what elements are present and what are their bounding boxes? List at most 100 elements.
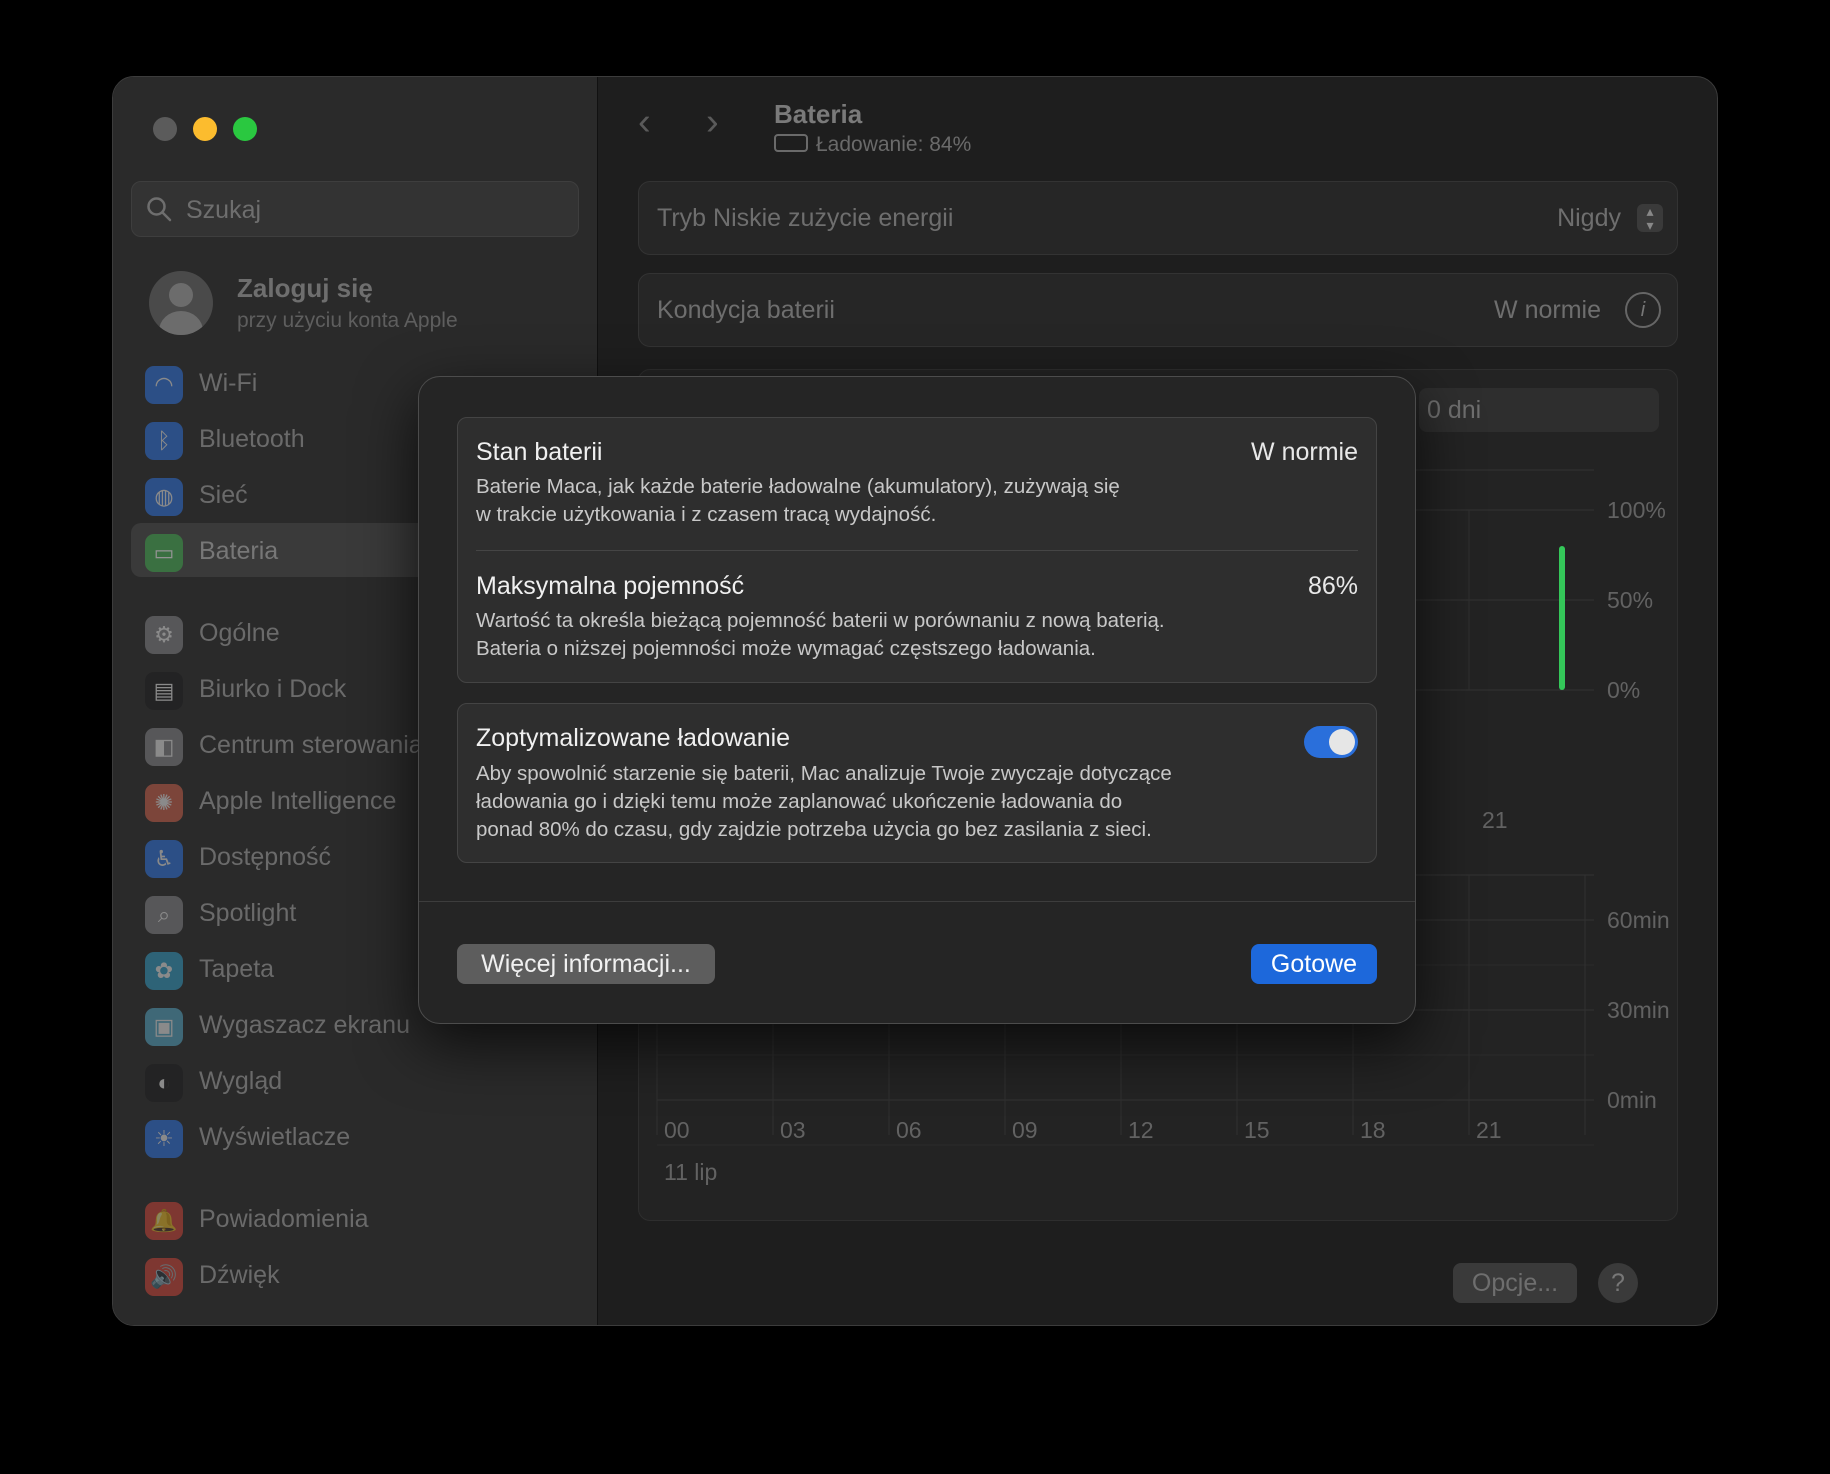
card-divider [476,550,1358,551]
optimized-desc-line1: Aby spowolnić starzenie się baterii, Mac… [476,762,1172,785]
info-icon[interactable]: i [1625,292,1661,328]
health-card: Stan baterii W normie Baterie Maca, jak … [457,417,1377,683]
usage-bar [1559,546,1565,690]
low-power-mode-label: Tryb Niskie zużycie energii [657,204,954,232]
sidebar-item-label: Bateria [199,537,279,565]
y-tick-label: 60min [1607,907,1670,933]
apple-intelligence-icon: ✺ [145,784,183,822]
sidebar-item-bell[interactable]: 🔔 Powiadomienia [131,1191,591,1245]
search-input[interactable]: Szukaj [131,181,579,237]
x-tick-label: 15 [1244,1117,1270,1143]
apple-account-signin[interactable]: Zaloguj się przy użyciu konta Apple [149,271,579,341]
battery-health-label: Kondycja baterii [657,296,835,324]
x-tick-label: 06 [896,1117,922,1143]
wallpaper-icon: ✿ [145,952,183,990]
globe-icon: ◍ [145,478,183,516]
max-capacity-title: Maksymalna pojemność [476,572,745,600]
more-info-button[interactable]: Więcej informacji... [457,944,715,984]
x-tick-label: 00 [664,1117,690,1143]
max-capacity-value: 86% [1307,572,1358,600]
x-tick-label: 12 [1128,1117,1154,1143]
battery-state-value: W normie [1251,438,1358,466]
low-power-mode-value[interactable]: Nigdy [1557,204,1621,233]
speaker-icon: 🔊 [145,1258,183,1296]
screensaver-icon: ▣ [145,1008,183,1046]
x-tick-label: 03 [780,1117,806,1143]
charging-status: Ładowanie: 84% [774,133,971,157]
y-tick-label: 100% [1607,497,1666,523]
optimized-desc-line3: ponad 80% do czasu, gdy zajdzie potrzeba… [476,818,1152,841]
signin-title: Zaloguj się [237,273,373,303]
sidebar-item-label: Centrum sterowania [199,731,423,759]
x-tick-label: 09 [1012,1117,1038,1143]
sidebar-item-label: Ogólne [199,619,280,647]
optimized-charging-card: Zoptymalizowane ładowanie Aby spowolnić … [457,703,1377,863]
gear-icon: ⚙ [145,616,183,654]
minimize-window-button[interactable] [193,117,217,141]
sidebar-item-label: Biurko i Dock [199,675,347,703]
y-tick-label: 0% [1607,677,1640,703]
options-button[interactable]: Opcje... [1453,1263,1577,1303]
search-icon [147,197,172,222]
page-title: Bateria [774,99,863,129]
dialog-divider [419,901,1415,902]
control-center-icon: ◧ [145,728,183,766]
y-tick-label: 30min [1607,997,1670,1023]
sidebar-item-appearance[interactable]: ◐ Wygląd [131,1053,591,1107]
avatar [149,271,213,335]
battery-state-desc-line1: Baterie Maca, jak każde baterie ładowaln… [476,475,1120,498]
battery-health-value: W normie [1494,296,1601,324]
close-window-button[interactable] [153,117,177,141]
sidebar-item-speaker[interactable]: 🔊 Dźwięk [131,1247,591,1301]
zoom-window-button[interactable] [233,117,257,141]
sidebar-item-label: Tapeta [199,955,275,983]
x-tick-label: 18 [1360,1117,1386,1143]
signin-subtitle: przy użyciu konta Apple [237,309,458,332]
x-date-label: 11 lip [664,1159,717,1185]
battery-health-dialog: Stan baterii W normie Baterie Maca, jak … [418,376,1416,1024]
display-icon: ☀ [145,1120,183,1158]
sidebar-item-label: Powiadomienia [199,1205,369,1233]
low-power-mode-row: Tryb Niskie zużycie energii Nigdy ▴ ▾ [638,181,1678,255]
battery-state-title: Stan baterii [476,438,603,466]
back-button[interactable]: ‹ [638,101,651,144]
bell-icon: 🔔 [145,1202,183,1240]
sidebar-item-label: Wyświetlacze [199,1123,351,1151]
battery-icon: ▭ [145,534,183,572]
accessibility-icon: ♿ [145,840,183,878]
optimized-desc-line2: ładowania go i dzięki temu może zaplanow… [476,790,1123,813]
max-capacity-desc-line1: Wartość ta określa bieżącą pojemność bat… [476,609,1165,632]
forward-button[interactable]: › [706,101,719,144]
sidebar-item-label: Wygląd [199,1067,283,1095]
charging-status-text: Ładowanie: 84% [816,133,972,156]
appearance-icon: ◐ [145,1064,183,1102]
popup-stepper-icon[interactable]: ▴ ▾ [1637,204,1663,232]
sidebar-item-label: Dostępność [199,843,332,871]
sidebar-item-label: Spotlight [199,899,297,927]
optimized-charging-title: Zoptymalizowane ładowanie [476,724,791,752]
sidebar-item-label: Wygaszacz ekranu [199,1011,410,1039]
battery-charging-icon [774,134,808,152]
search-placeholder: Szukaj [186,196,262,224]
sidebar-item-label: Bluetooth [199,425,305,453]
sidebar-item-label: Wi-Fi [199,369,258,397]
bluetooth-icon: ᛒ [145,422,183,460]
toggle-knob [1329,729,1355,755]
sidebar-item-display[interactable]: ☀ Wyświetlacze [131,1109,591,1163]
sidebar-item-label: Apple Intelligence [199,787,397,815]
y-tick-label: 50% [1607,587,1653,613]
optimized-charging-toggle[interactable] [1304,726,1358,758]
battery-health-row: Kondycja baterii W normie i [638,273,1678,347]
battery-state-desc-line2: w trakcie użytkowania i z czasem tracą w… [476,503,937,526]
sidebar-item-label: Sieć [199,481,248,509]
sidebar-item-label: Dźwięk [199,1261,280,1289]
wifi-icon: ◠ [145,366,183,404]
x-tick-label: 21 [1482,807,1508,833]
y-tick-label: 0min [1607,1087,1657,1113]
spotlight-icon: ⌕ [145,896,183,934]
x-tick-label: 21 [1476,1117,1502,1143]
help-button[interactable]: ? [1598,1263,1638,1303]
dock-icon: ▤ [145,672,183,710]
max-capacity-desc-line2: Bateria o niższej pojemności może wymaga… [476,637,1096,660]
done-button[interactable]: Gotowe [1251,944,1377,984]
